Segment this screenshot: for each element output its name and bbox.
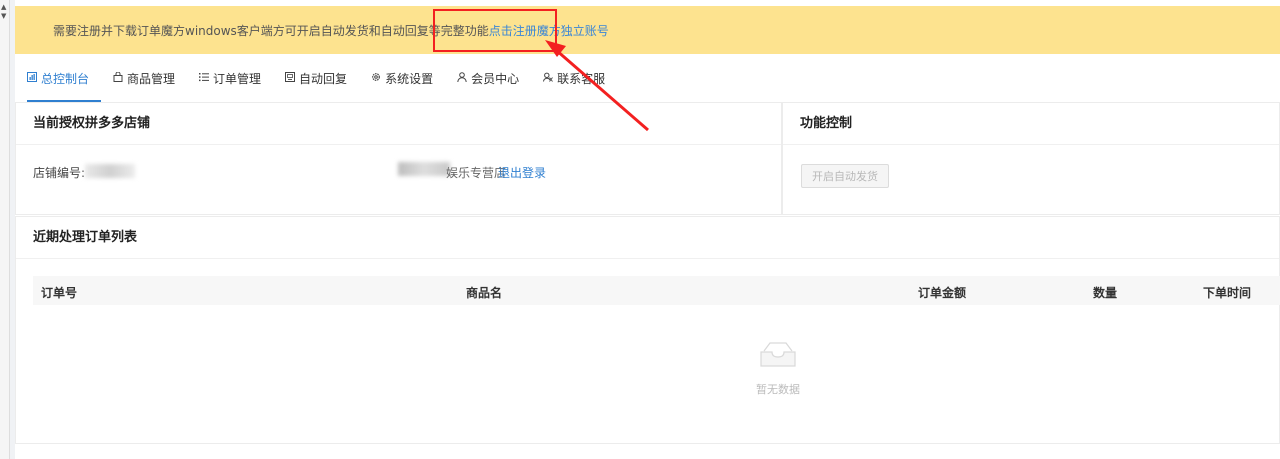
- nav-item-orders[interactable]: 订单管理: [199, 62, 273, 94]
- logout-link[interactable]: 退出登录: [498, 164, 546, 181]
- orders-table-header: 订单号 商品名 订单金额 数量 下单时间: [33, 276, 1280, 305]
- nav-item-dashboard[interactable]: 总控制台: [27, 62, 102, 102]
- scroll-down-icon[interactable]: ▼: [1, 12, 6, 20]
- column-header-order-id[interactable]: 订单号: [41, 284, 77, 301]
- nav-item-products[interactable]: 商品管理: [113, 62, 187, 94]
- column-header-amount[interactable]: 订单金额: [918, 284, 966, 301]
- nav-label: 系统设置: [385, 71, 434, 86]
- left-scrollbar[interactable]: ▲ ▼: [0, 0, 10, 459]
- empty-inbox-icon: [758, 341, 798, 369]
- nav-label: 联系客服: [557, 71, 606, 86]
- function-panel-title: 功能控制: [783, 103, 1279, 145]
- store-panel-title: 当前授权拼多多店铺: [16, 103, 781, 145]
- nav-item-member[interactable]: 会员中心: [457, 62, 531, 94]
- main-content: 需要注册并下载订单魔方windows客户端方可开启自动发货和自动回复等完整功能点…: [15, 0, 1280, 459]
- column-header-order-time[interactable]: 下单时间: [1203, 284, 1251, 301]
- dashboard-icon: [27, 71, 37, 85]
- redacted-store-name: [398, 162, 450, 176]
- notice-banner: 需要注册并下载订单魔方windows客户端方可开启自动发货和自动回复等完整功能点…: [15, 6, 1280, 54]
- bag-icon: [113, 71, 123, 85]
- empty-state: 暂无数据: [743, 341, 813, 397]
- gear-icon: [371, 72, 381, 85]
- store-name: 娱乐专营店: [446, 166, 507, 180]
- scroll-up-icon[interactable]: ▲: [1, 3, 6, 11]
- nav-label: 订单管理: [213, 71, 262, 86]
- nav-item-auto-reply[interactable]: 自动回复: [285, 62, 359, 94]
- column-header-product[interactable]: 商品名: [466, 284, 502, 301]
- chat-icon: [285, 71, 296, 85]
- orders-panel-title: 近期处理订单列表: [16, 217, 1279, 259]
- nav-label: 总控制台: [41, 71, 90, 86]
- top-nav: 总控制台 商品管理 订单管理 自动回复 系统设置 会员中心 联系客服: [15, 62, 1280, 102]
- empty-text: 暂无数据: [756, 383, 800, 396]
- nav-item-support[interactable]: 联系客服: [543, 62, 617, 94]
- recent-orders-panel: 近期处理订单列表 订单号 商品名 订单金额 数量 下单时间 暂无数据: [15, 216, 1280, 444]
- redacted-store-id: [85, 164, 135, 178]
- nav-label: 商品管理: [127, 71, 176, 86]
- auto-ship-button[interactable]: 开启自动发货: [801, 164, 889, 188]
- user-icon: [457, 71, 467, 85]
- nav-item-settings[interactable]: 系统设置: [371, 62, 445, 94]
- nav-label: 自动回复: [299, 71, 348, 86]
- store-id-label: 店铺编号:: [33, 166, 86, 180]
- nav-label: 会员中心: [471, 71, 520, 86]
- support-icon: [543, 72, 553, 85]
- annotation-highlight-box: [433, 9, 557, 52]
- banner-text: 需要注册并下载订单魔方windows客户端方可开启自动发货和自动回复等完整功能: [53, 23, 489, 38]
- function-control-panel: 功能控制 开启自动发货: [782, 102, 1280, 215]
- column-header-quantity[interactable]: 数量: [1093, 284, 1117, 301]
- list-icon: [199, 72, 210, 85]
- store-panel: 当前授权拼多多店铺 店铺编号: 娱乐专营店 退出登录: [15, 102, 782, 215]
